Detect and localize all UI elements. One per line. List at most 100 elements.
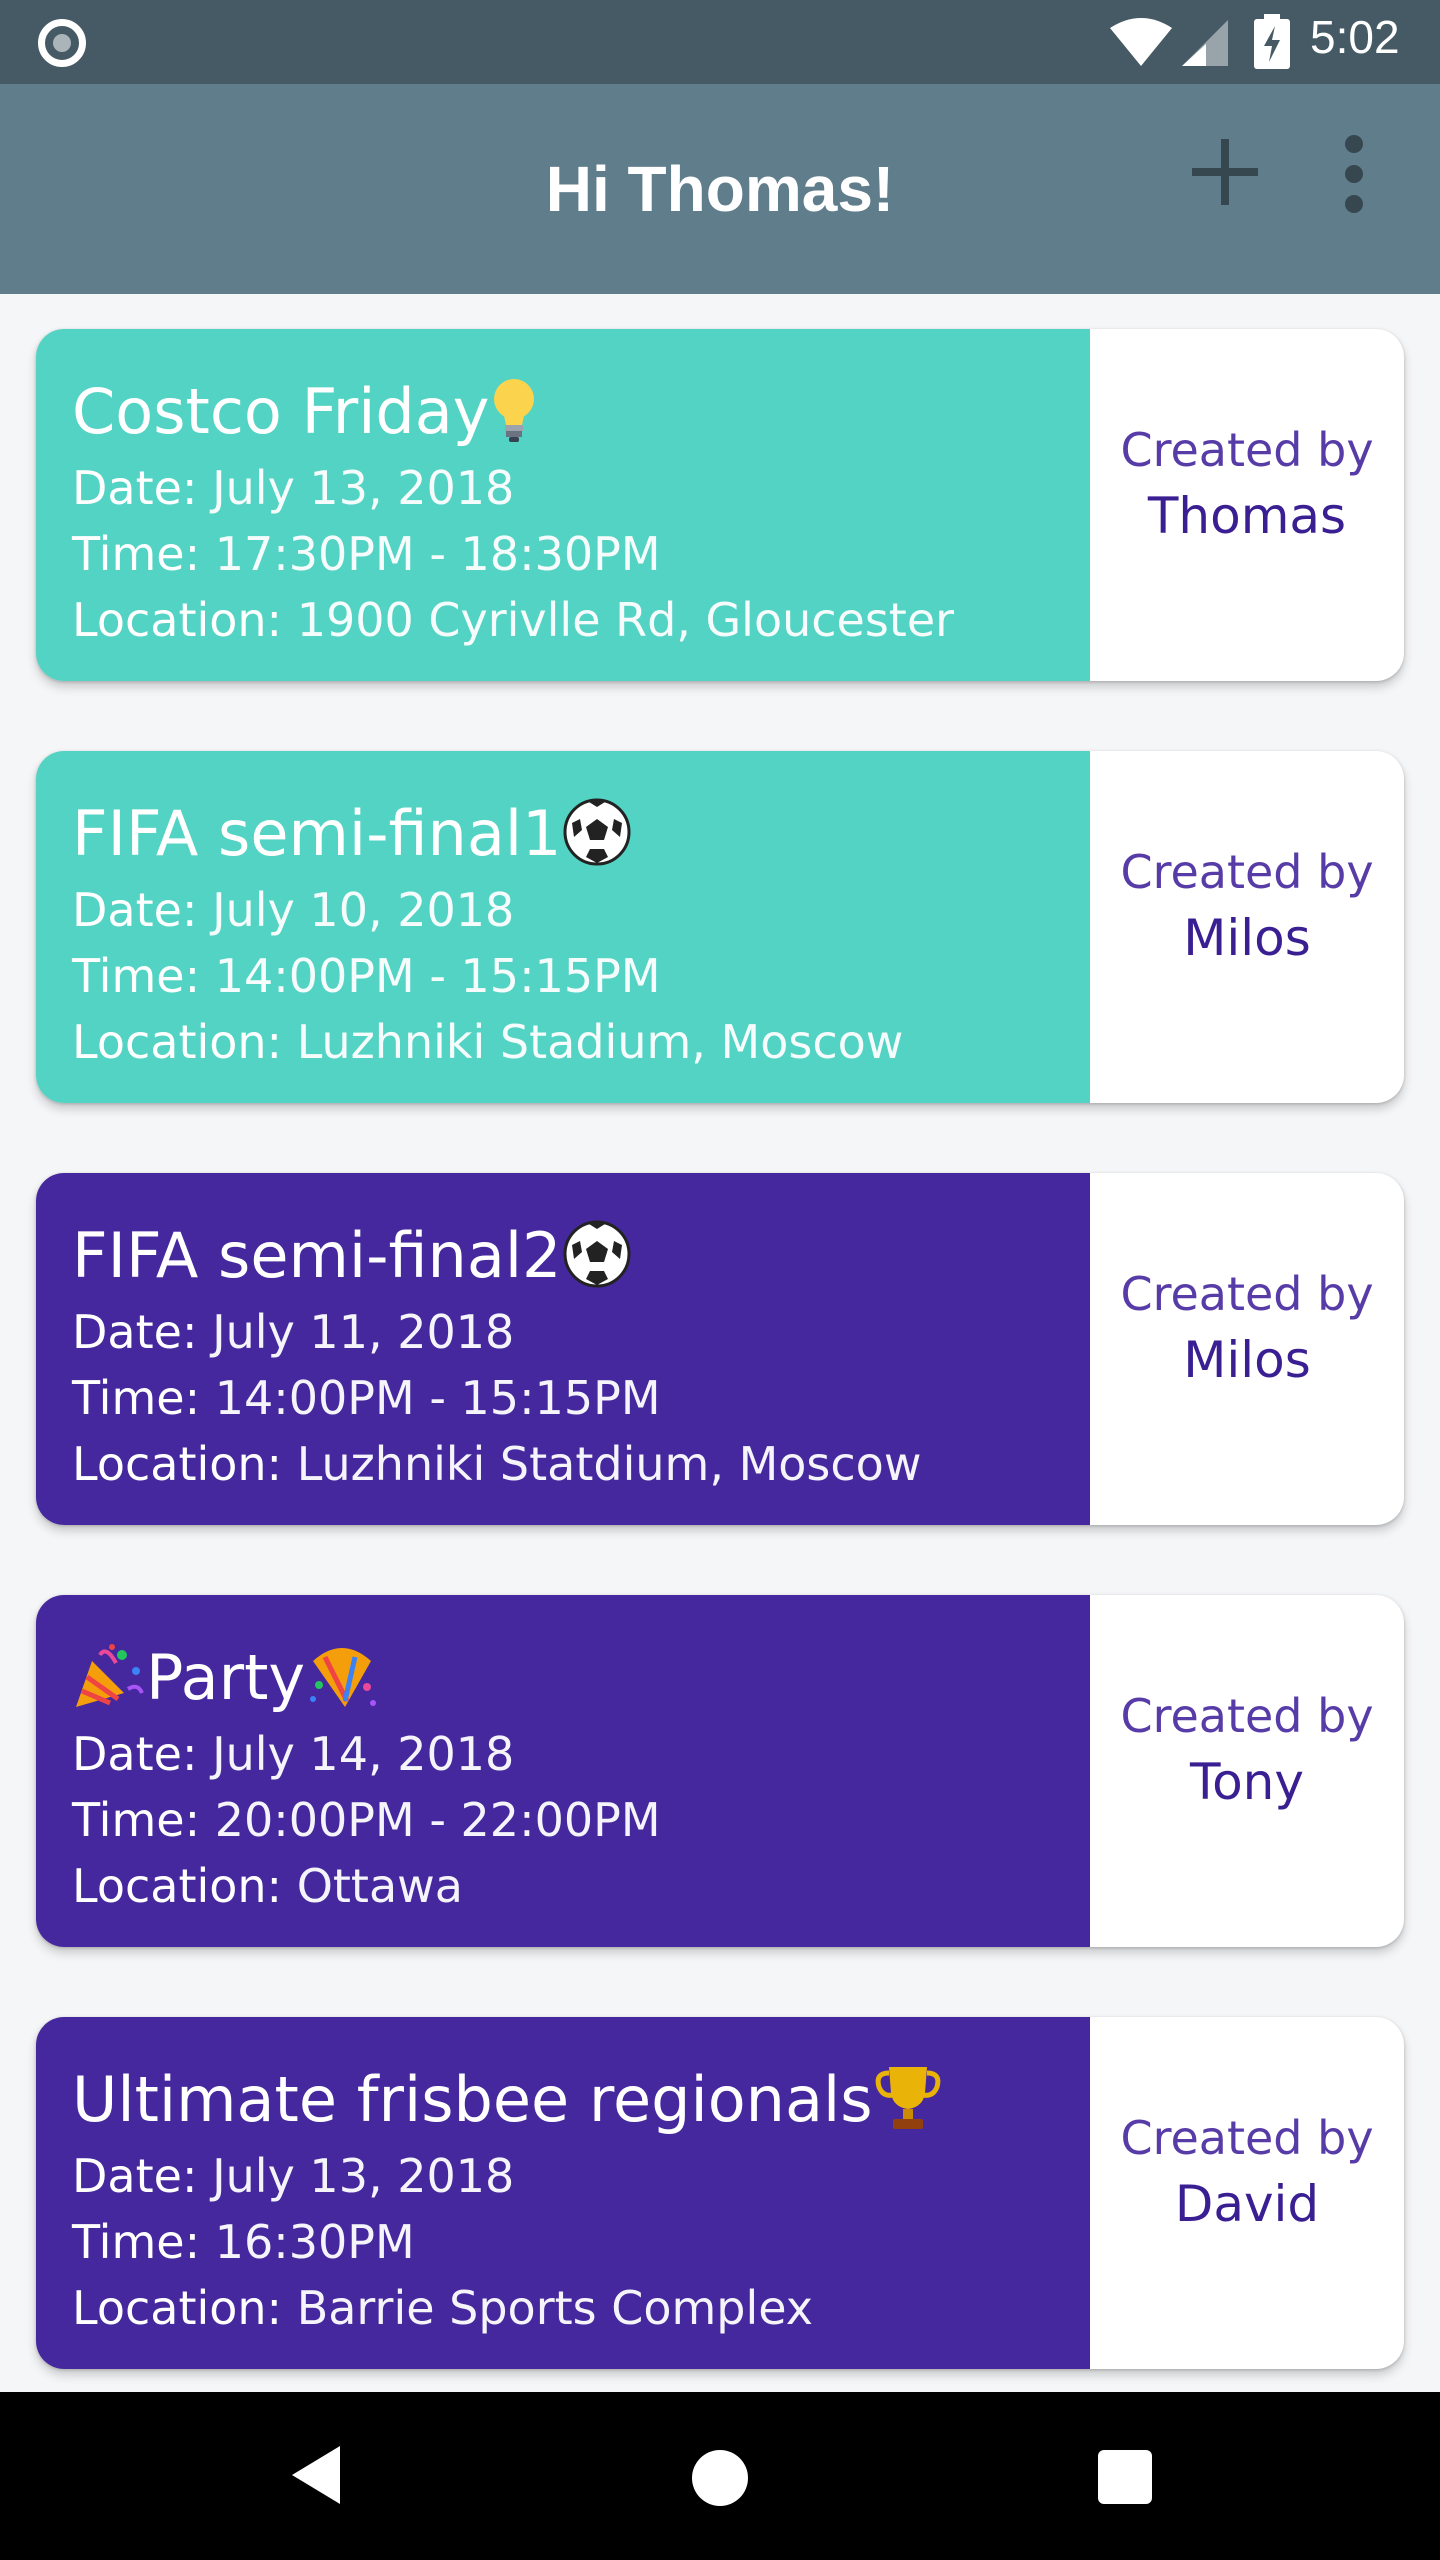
event-time: Time: 20:00PM - 22:00PM — [72, 1787, 1090, 1853]
event-title: Party — [72, 1635, 1090, 1721]
bulb-icon — [494, 378, 535, 442]
event-title: Ultimate frisbee regionals — [72, 2057, 1090, 2143]
time-value: 16:30PM — [214, 2215, 415, 2269]
time-value: 14:00PM - 15:15PM — [214, 949, 661, 1003]
trophy-icon — [875, 2066, 940, 2129]
battery-charging-icon — [1254, 14, 1290, 69]
location-value: Ottawa — [296, 1859, 463, 1913]
created-by-label: Created by — [1120, 2111, 1374, 2165]
event-date: Date: July 10, 2018 — [72, 877, 1090, 943]
event-time: Time: 16:30PM — [72, 2209, 1090, 2275]
date-value: July 13, 2018 — [212, 2149, 515, 2203]
status-time: 5:02 — [1310, 11, 1400, 63]
event-details: Ultimate frisbee regionals Date: July 13… — [36, 2017, 1090, 2369]
time-value: 20:00PM - 22:00PM — [214, 1793, 661, 1847]
date-value: July 14, 2018 — [212, 1727, 515, 1781]
location-label: Location: — [72, 2281, 283, 2335]
system-nav-bar — [0, 2392, 1440, 2560]
home-icon[interactable] — [692, 2450, 748, 2506]
event-time: Time: 17:30PM - 18:30PM — [72, 521, 1090, 587]
created-by-panel: Created by Tony — [1090, 1595, 1404, 1947]
event-title-text: Party — [146, 1641, 306, 1714]
soccer-ball-icon — [563, 1220, 630, 1288]
creator-name: Thomas — [1147, 487, 1347, 545]
screen-record-icon — [38, 19, 86, 67]
created-by-panel: Created by David — [1090, 2017, 1404, 2369]
signal-icon — [1182, 20, 1228, 66]
creator-name: Milos — [1183, 1331, 1311, 1389]
event-time: Time: 14:00PM - 15:15PM — [72, 943, 1090, 1009]
created-by-label: Created by — [1120, 845, 1374, 899]
event-title-text: Ultimate frisbee regionals — [72, 2063, 873, 2136]
date-value: July 10, 2018 — [212, 883, 515, 937]
location-label: Location: — [72, 593, 283, 647]
recents-icon[interactable] — [1098, 2450, 1152, 2504]
event-card[interactable]: FIFA semi-final2 Date: July 11, 2018 Tim… — [36, 1173, 1404, 1525]
date-label: Date: — [72, 2149, 198, 2203]
event-location: Location: Luzhniki Stadium, Moscow — [72, 1009, 1090, 1075]
app-bar: Hi Thomas! — [0, 84, 1440, 294]
event-title: FIFA semi-final1 — [72, 791, 1090, 877]
party-popper-icon — [76, 1643, 144, 1707]
event-details: FIFA semi-final2 Date: July 11, 2018 Tim… — [36, 1173, 1090, 1525]
date-label: Date: — [72, 1305, 198, 1359]
back-icon[interactable] — [288, 2442, 344, 2508]
created-by-panel: Created by Thomas — [1090, 329, 1404, 681]
creator-name: Milos — [1183, 909, 1311, 967]
time-value: 17:30PM - 18:30PM — [214, 527, 661, 581]
location-value: Barrie Sports Complex — [296, 2281, 813, 2335]
event-date: Date: July 13, 2018 — [72, 2143, 1090, 2209]
event-list: Costco Friday Date: July 13, 2018 Time: … — [0, 294, 1440, 2392]
location-label: Location: — [72, 1859, 283, 1913]
event-card[interactable]: Costco Friday Date: July 13, 2018 Time: … — [36, 329, 1404, 681]
event-title: FIFA semi-final2 — [72, 1213, 1090, 1299]
time-label: Time: — [72, 1793, 201, 1847]
location-label: Location: — [72, 1437, 283, 1491]
event-title-text: FIFA semi-final1 — [72, 797, 562, 870]
location-value: 1900 Cyrivlle Rd, Gloucester — [296, 593, 955, 647]
event-location: Location: 1900 Cyrivlle Rd, Gloucester — [72, 587, 1090, 653]
location-label: Location: — [72, 1015, 283, 1069]
location-value: Luzhniki Statdium, Moscow — [296, 1437, 922, 1491]
date-label: Date: — [72, 461, 198, 515]
creator-name: Tony — [1190, 1753, 1304, 1811]
created-by-panel: Created by Milos — [1090, 751, 1404, 1103]
event-card[interactable]: Ultimate frisbee regionals Date: July 13… — [36, 2017, 1404, 2369]
event-title-text: FIFA semi-final2 — [72, 1219, 562, 1292]
event-details: Costco Friday Date: July 13, 2018 Time: … — [36, 329, 1090, 681]
event-card[interactable]: FIFA semi-final1 Date: July 10, 2018 Tim… — [36, 751, 1404, 1103]
wifi-icon — [1110, 18, 1172, 66]
event-location: Location: Luzhniki Statdium, Moscow — [72, 1431, 1090, 1497]
soccer-ball-icon — [563, 798, 630, 866]
time-label: Time: — [72, 1371, 201, 1425]
event-time: Time: 14:00PM - 15:15PM — [72, 1365, 1090, 1431]
time-value: 14:00PM - 15:15PM — [214, 1371, 661, 1425]
date-label: Date: — [72, 883, 198, 937]
time-label: Time: — [72, 527, 201, 581]
event-location: Location: Barrie Sports Complex — [72, 2275, 1090, 2341]
confetti-icon — [310, 1647, 377, 1707]
time-label: Time: — [72, 2215, 201, 2269]
created-by-label: Created by — [1120, 1689, 1374, 1743]
date-label: Date: — [72, 1727, 198, 1781]
event-details: Party Date: July 14, 2018 Time: 20:00PM … — [36, 1595, 1090, 1947]
created-by-label: Created by — [1120, 423, 1374, 477]
created-by-label: Created by — [1120, 1267, 1374, 1321]
add-icon[interactable] — [1190, 137, 1260, 207]
date-value: July 11, 2018 — [212, 1305, 515, 1359]
date-value: July 13, 2018 — [212, 461, 515, 515]
status-bar: 5:02 — [0, 0, 1440, 84]
event-date: Date: July 14, 2018 — [72, 1721, 1090, 1787]
location-value: Luzhniki Stadium, Moscow — [296, 1015, 904, 1069]
created-by-panel: Created by Milos — [1090, 1173, 1404, 1525]
event-date: Date: July 13, 2018 — [72, 455, 1090, 521]
time-label: Time: — [72, 949, 201, 1003]
more-options-icon[interactable] — [1330, 134, 1378, 214]
event-date: Date: July 11, 2018 — [72, 1299, 1090, 1365]
creator-name: David — [1174, 2175, 1320, 2233]
event-title: Costco Friday — [72, 369, 1090, 455]
event-details: FIFA semi-final1 Date: July 10, 2018 Tim… — [36, 751, 1090, 1103]
event-location: Location: Ottawa — [72, 1853, 1090, 1919]
event-title-text: Costco Friday — [72, 375, 490, 448]
event-card[interactable]: Party Date: July 14, 2018 Time: 20:00PM … — [36, 1595, 1404, 1947]
